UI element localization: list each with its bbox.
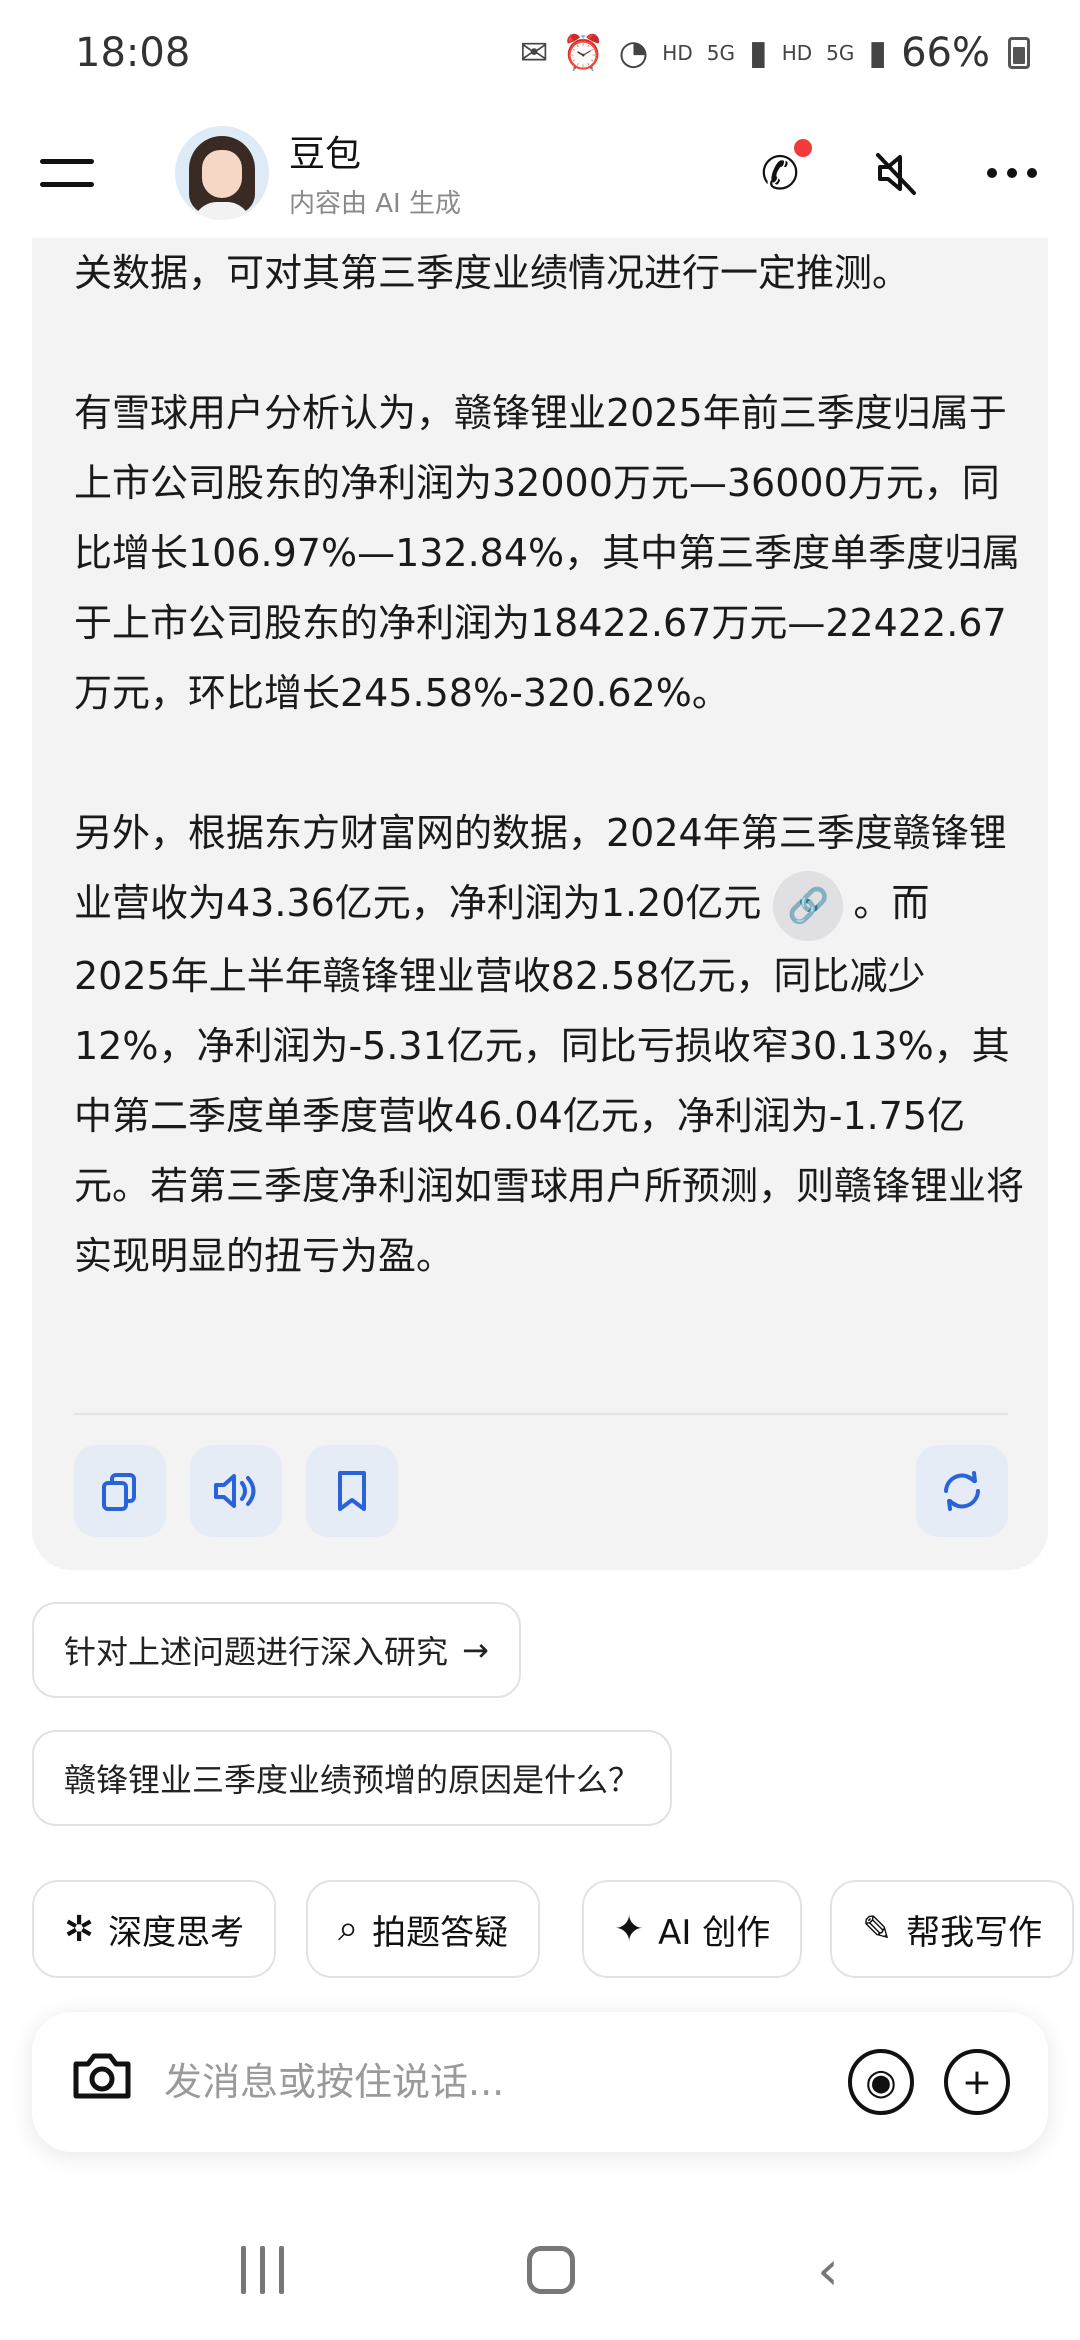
more-button[interactable] — [984, 145, 1040, 201]
atom-icon: ✲ — [64, 1908, 95, 1950]
help-write-label: 帮我写作 — [906, 1912, 1043, 1953]
ai-create-button[interactable]: ✦ AI 创作 — [582, 1880, 803, 1978]
message-actions — [74, 1445, 1008, 1539]
speaker-icon — [214, 1474, 256, 1508]
assistant-message: 关数据，可对其第三季度业绩情况进行一定推测。 有雪球用户分析认为，赣锋锂业202… — [32, 238, 1048, 1570]
photo-answer-button[interactable]: ⌕ 拍题答疑 — [306, 1880, 541, 1978]
message-notification-icon: ✉ — [519, 32, 549, 73]
message-line-partial: 关数据，可对其第三季度业绩情况进行一定推测。 — [74, 251, 911, 295]
message-paragraph-2: 有雪球用户分析认为，赣锋锂业2025年前三季度归属于上市公司股东的净利润为320… — [74, 391, 1021, 715]
signal-icon-2: ▮ — [868, 32, 888, 73]
menu-button[interactable] — [40, 133, 120, 213]
scan-question-icon: ⌕ — [338, 1908, 359, 1949]
battery-icon — [1008, 36, 1030, 69]
network-label-3: HD — [781, 40, 813, 65]
battery-percent: 66% — [901, 29, 990, 76]
network-label-2: 5G — [706, 40, 735, 65]
voice-call-button[interactable]: ◉ — [848, 2049, 914, 2115]
message-body: 关数据，可对其第三季度业绩情况进行一定推测。 有雪球用户分析认为，赣锋锂业202… — [74, 238, 1024, 1361]
photo-answer-label: 拍题答疑 — [372, 1912, 509, 1953]
copy-button[interactable] — [74, 1445, 166, 1537]
network-label-1: HD — [662, 40, 693, 65]
status-time: 18:08 — [75, 29, 191, 76]
help-write-button[interactable]: ✎ 帮我写作 — [830, 1880, 1075, 1978]
network-label-4: 5G — [826, 40, 855, 65]
edit-icon: ✎ — [862, 1908, 893, 1950]
bot-name: 豆包 — [289, 134, 362, 175]
signal-icon: ▮ — [748, 32, 768, 73]
phone-icon: ✆ — [760, 145, 800, 200]
arrow-right-icon: → — [462, 1631, 489, 1669]
voice-wave-icon: ◉ — [865, 2061, 897, 2103]
status-bar: 18:08 ✉ ⏰ ◔ HD 5G ▮ HD 5G ▮ 66% — [0, 0, 1080, 105]
header-actions: ✆ — [752, 138, 1040, 201]
chevron-left-icon: ‹ — [817, 2238, 839, 2302]
camera-button[interactable] — [70, 2048, 134, 2116]
avatar[interactable] — [175, 125, 269, 220]
message-divider — [74, 1413, 1008, 1415]
deep-think-label: 深度思考 — [108, 1912, 245, 1953]
app-header: 豆包 内容由 AI 生成 ✆ — [0, 105, 1080, 240]
message-paragraph-3-b: 。而2025年上半年赣锋锂业营收82.58亿元，同比减少12%，净利润为-5.3… — [74, 881, 1025, 1278]
recent-apps-button[interactable] — [241, 2246, 285, 2294]
bookmark-icon — [338, 1471, 366, 1511]
status-icons: ✉ ⏰ ◔ HD 5G ▮ HD 5G ▮ 66% — [520, 30, 1030, 76]
read-aloud-button[interactable] — [190, 1445, 282, 1537]
ai-create-label: AI 创作 — [658, 1912, 771, 1953]
notification-dot — [794, 138, 812, 157]
home-button[interactable] — [526, 2246, 575, 2294]
message-paragraph-3: 另外，根据东方财富网的数据，2024年第三季度赣锋锂业营收为43.36亿元，净利… — [74, 798, 1024, 1291]
suggestion-question-label: 赣锋锂业三季度业绩预增的原因是什么？ — [64, 1761, 641, 1799]
speaker-off-icon — [876, 152, 916, 195]
suggestion-deep-research[interactable]: 针对上述问题进行深入研究 → — [32, 1602, 521, 1698]
alarm-icon: ⏰ — [562, 32, 605, 73]
back-button[interactable]: ‹ — [817, 2239, 839, 2302]
link-icon: 🔗 — [787, 885, 830, 926]
sparkle-icon: ✦ — [614, 1908, 645, 1950]
more-icon — [987, 167, 1037, 178]
wifi-icon: ◔ — [618, 32, 649, 73]
regenerate-button[interactable] — [916, 1445, 1008, 1537]
system-nav-bar: ‹ — [0, 2220, 1080, 2320]
mute-button[interactable] — [868, 145, 924, 201]
add-button[interactable]: + — [944, 2049, 1010, 2115]
source-link-button[interactable]: 🔗 — [773, 870, 844, 941]
suggestion-question[interactable]: 赣锋锂业三季度业绩预增的原因是什么？ — [32, 1730, 673, 1826]
copy-icon — [102, 1473, 136, 1511]
bookmark-button[interactable] — [306, 1445, 398, 1537]
deep-think-button[interactable]: ✲ 深度思考 — [32, 1880, 277, 1978]
suggestion-deep-research-label: 针对上述问题进行深入研究 — [64, 1633, 449, 1671]
plus-icon: + — [961, 2061, 993, 2103]
phone-call-button[interactable]: ✆ — [752, 138, 812, 201]
refresh-icon — [944, 1471, 980, 1511]
message-input[interactable] — [162, 2059, 818, 2105]
input-bar: ◉ + — [32, 2012, 1048, 2152]
title-block: 豆包 内容由 AI 生成 — [289, 125, 461, 220]
ai-disclaimer: 内容由 AI 生成 — [289, 189, 461, 219]
camera-icon — [73, 2053, 131, 2099]
